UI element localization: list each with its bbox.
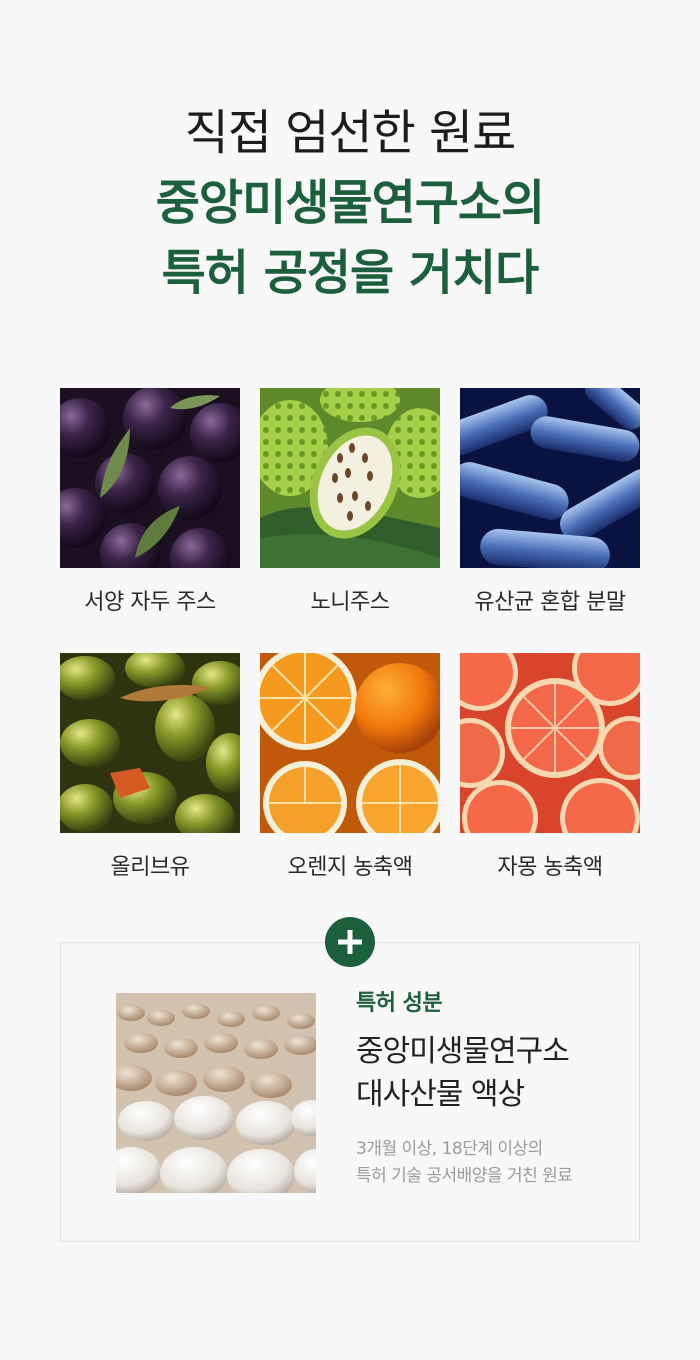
ingredient-label: 오렌지 농축액 — [287, 855, 413, 880]
patent-ingredient-card: 특허 성분 중앙미생물연구소 대사산물 액상 3개월 이상, 18단계 이상의 … — [60, 942, 640, 1242]
ingredient-noni: 노니주스 — [260, 388, 440, 616]
patent-desc-line-2: 특허 기술 공서배양을 거친 원료 — [356, 1166, 573, 1186]
headline-line-1: 직접 엄선한 원료 — [184, 105, 517, 161]
ingredient-lactobacillus: 유산균 혼합 분말 — [460, 388, 640, 616]
ingredient-olive: 올리브유 — [60, 653, 240, 881]
orange-photo — [260, 653, 440, 833]
patent-title: 중앙미생물연구소 대사산물 액상 — [356, 1030, 626, 1116]
headline-line-2: 중앙미생물연구소의 — [155, 175, 545, 231]
metabolite-photo — [116, 993, 316, 1193]
headline-line-3: 특허 공정을 거치다 — [161, 245, 540, 301]
ingredient-plum: 서양 자두 주스 — [60, 388, 240, 616]
noni-photo — [260, 388, 440, 568]
grapefruit-photo — [460, 653, 640, 833]
patent-title-line-2: 대사산물 액상 — [356, 1077, 525, 1112]
ingredient-label: 서양 자두 주스 — [84, 590, 216, 615]
ingredient-label: 자몽 농축액 — [497, 855, 603, 880]
ingredient-label: 노니주스 — [310, 590, 390, 615]
ingredient-grapefruit: 자몽 농축액 — [460, 653, 640, 881]
plum-photo — [60, 388, 240, 568]
patent-title-line-1: 중앙미생물연구소 — [356, 1034, 570, 1069]
ingredient-label: 유산균 혼합 분말 — [474, 590, 626, 615]
patent-tag: 특허 성분 — [356, 991, 443, 1016]
headline: 직접 엄선한 원료 중앙미생물연구소의 특허 공정을 거치다 — [0, 98, 700, 308]
lactobacillus-photo — [460, 388, 640, 568]
patent-desc-line-1: 3개월 이상, 18단계 이상의 — [356, 1139, 543, 1159]
olive-photo — [60, 653, 240, 833]
plus-icon — [325, 917, 375, 967]
ingredient-orange: 오렌지 농축액 — [260, 653, 440, 881]
patent-description: 3개월 이상, 18단계 이상의 특허 기술 공서배양을 거친 원료 — [356, 1136, 626, 1190]
patent-text: 특허 성분 중앙미생물연구소 대사산물 액상 3개월 이상, 18단계 이상의 … — [356, 988, 626, 1190]
ingredient-label: 올리브유 — [110, 855, 190, 880]
